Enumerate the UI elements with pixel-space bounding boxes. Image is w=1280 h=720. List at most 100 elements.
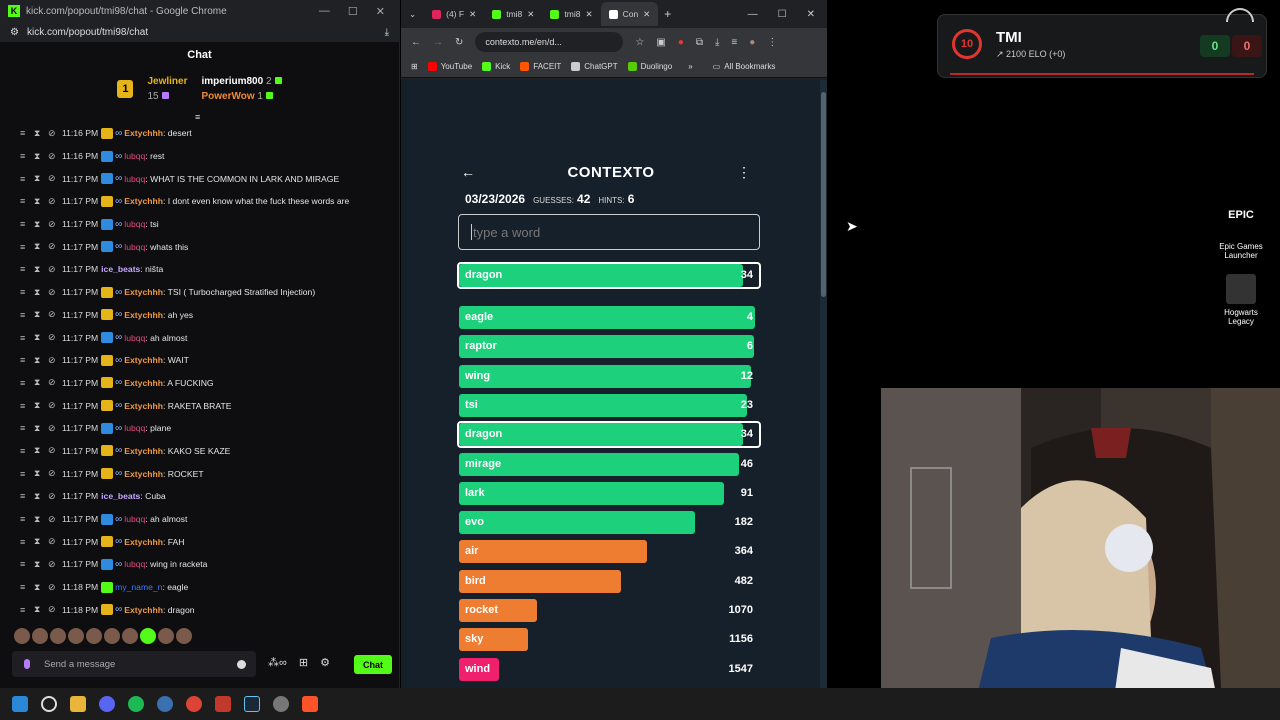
discord-icon[interactable]: [99, 696, 115, 712]
message-username[interactable]: lubqq: [124, 333, 145, 343]
message-username[interactable]: Extychhh: [124, 128, 163, 138]
kebab-menu-icon[interactable]: ⋮: [737, 164, 751, 181]
chat-users-icon[interactable]: ⁂∞: [268, 656, 287, 669]
all-bookmarks-folder[interactable]: ▭ All Bookmarks: [713, 62, 776, 71]
epic-games-desktop-icon[interactable]: EPIC Epic Games Launcher: [1211, 208, 1271, 260]
close-icon[interactable]: ✕: [376, 5, 385, 18]
spotify-icon[interactable]: [128, 696, 144, 712]
timeout-icon[interactable]: ⧗: [34, 196, 40, 207]
mic-icon[interactable]: [24, 659, 30, 669]
shop-icon[interactable]: ⊞: [299, 656, 308, 669]
timeout-icon[interactable]: ⧗: [34, 128, 40, 139]
downloads-icon[interactable]: ⤓: [715, 37, 719, 48]
timeout-icon[interactable]: ⧗: [34, 219, 40, 230]
ban-icon[interactable]: ⊘: [48, 559, 56, 570]
browser-tab-contexto[interactable]: Con ✕: [600, 2, 659, 26]
ban-icon[interactable]: ⊘: [48, 219, 56, 230]
timeout-icon[interactable]: ⧗: [34, 332, 40, 343]
timeout-icon[interactable]: ⧗: [34, 514, 40, 525]
ban-icon[interactable]: ⊘: [48, 582, 56, 593]
pin-icon[interactable]: ≡: [20, 310, 26, 320]
message-username[interactable]: Extychhh: [124, 537, 163, 547]
message-username[interactable]: Extychhh: [124, 355, 163, 365]
message-username[interactable]: Extychhh: [124, 401, 163, 411]
hogwarts-desktop-icon[interactable]: Hogwarts Legacy: [1211, 274, 1271, 326]
page-scrollbar[interactable]: [820, 80, 827, 688]
timeout-icon[interactable]: ⧗: [34, 536, 40, 547]
ban-icon[interactable]: ⊘: [48, 468, 56, 479]
timeout-icon[interactable]: ⧗: [34, 559, 40, 570]
address-bar[interactable]: contexto.me/en/d...: [475, 32, 624, 52]
pin-icon[interactable]: ≡: [20, 537, 26, 547]
timeout-icon[interactable]: ⧗: [34, 445, 40, 456]
bookmark-youtube[interactable]: YouTube: [427, 62, 472, 71]
message-username[interactable]: lubqq: [124, 242, 145, 252]
pin-icon[interactable]: ≡: [20, 242, 26, 252]
shield-icon[interactable]: [215, 696, 231, 712]
pin-icon[interactable]: ≡: [20, 128, 26, 138]
reload-icon[interactable]: ↻: [455, 37, 463, 48]
ban-icon[interactable]: ⊘: [48, 151, 56, 162]
bookmark-star-icon[interactable]: ☆: [635, 37, 644, 48]
timeout-icon[interactable]: ⧗: [34, 309, 40, 320]
message-username[interactable]: Extychhh: [124, 446, 163, 456]
close-tab-icon[interactable]: ✕: [527, 9, 534, 20]
leader-second-name[interactable]: imperium800: [201, 76, 263, 87]
chrome-icon[interactable]: [186, 696, 202, 712]
browser-tab-3[interactable]: tmi8 ✕: [542, 2, 600, 26]
timeout-icon[interactable]: ⧗: [34, 491, 40, 502]
message-username[interactable]: lubqq: [124, 174, 145, 184]
browser-tab-1[interactable]: (4) F ✕: [424, 2, 484, 26]
timeout-icon[interactable]: ⧗: [34, 582, 40, 593]
message-username[interactable]: Extychhh: [124, 196, 163, 206]
forward-icon[interactable]: →: [433, 37, 443, 48]
minimize-icon[interactable]: —: [748, 9, 758, 20]
emote-icon[interactable]: [104, 628, 120, 644]
minimize-icon[interactable]: —: [319, 5, 330, 18]
emote-icon[interactable]: [14, 628, 30, 644]
chat-settings-icon[interactable]: ⚙: [320, 656, 330, 669]
pin-icon[interactable]: ≡: [20, 582, 26, 592]
pin-icon[interactable]: ≡: [20, 446, 26, 456]
brave-icon[interactable]: [302, 696, 318, 712]
ban-icon[interactable]: ⊘: [48, 604, 56, 615]
extension-icon[interactable]: ▣: [656, 37, 665, 48]
timeout-icon[interactable]: ⧗: [34, 241, 40, 252]
site-settings-icon[interactable]: ⚙: [10, 27, 19, 38]
app-icon[interactable]: [157, 696, 173, 712]
emote-icon[interactable]: [158, 628, 174, 644]
ban-icon[interactable]: ⊘: [48, 377, 56, 388]
maximize-icon[interactable]: ☐: [348, 5, 358, 18]
ban-icon[interactable]: ⊘: [48, 241, 56, 252]
bookmark-chatgpt[interactable]: ChatGPT: [571, 62, 618, 71]
pin-icon[interactable]: ≡: [20, 174, 26, 184]
ban-icon[interactable]: ⊘: [48, 445, 56, 456]
ban-icon[interactable]: ⊘: [48, 196, 56, 207]
ban-icon[interactable]: ⊘: [48, 173, 56, 184]
emote-icon[interactable]: [32, 628, 48, 644]
send-message-input[interactable]: Send a message: [12, 651, 256, 677]
ban-icon[interactable]: ⊘: [48, 491, 56, 502]
collapse-leaderboard-icon[interactable]: ≡: [195, 112, 200, 122]
browser-tab-2[interactable]: tmi8 ✕: [484, 2, 542, 26]
message-username[interactable]: lubqq: [124, 151, 145, 161]
extensions-puzzle-icon[interactable]: ⧉: [696, 37, 703, 48]
tab-search-icon[interactable]: ⌄: [401, 9, 424, 20]
timeout-icon[interactable]: ⧗: [34, 151, 40, 162]
message-username[interactable]: Extychhh: [124, 310, 163, 320]
apps-grid-icon[interactable]: ⊞: [411, 62, 418, 71]
ban-icon[interactable]: ⊘: [48, 332, 56, 343]
message-username[interactable]: ice_beats: [101, 264, 140, 274]
message-username[interactable]: Extychhh: [124, 469, 163, 479]
ban-icon[interactable]: ⊘: [48, 355, 56, 366]
maximize-icon[interactable]: ☐: [778, 9, 787, 20]
pin-icon[interactable]: ≡: [20, 401, 26, 411]
ban-icon[interactable]: ⊘: [48, 287, 56, 298]
pin-icon[interactable]: ≡: [20, 333, 26, 343]
windows-start-icon[interactable]: [12, 696, 28, 712]
pin-icon[interactable]: ≡: [20, 287, 26, 297]
settings-icon[interactable]: [273, 696, 289, 712]
message-username[interactable]: lubqq: [124, 423, 145, 433]
ban-icon[interactable]: ⊘: [48, 423, 56, 434]
profile-avatar-icon[interactable]: ●: [749, 37, 755, 48]
